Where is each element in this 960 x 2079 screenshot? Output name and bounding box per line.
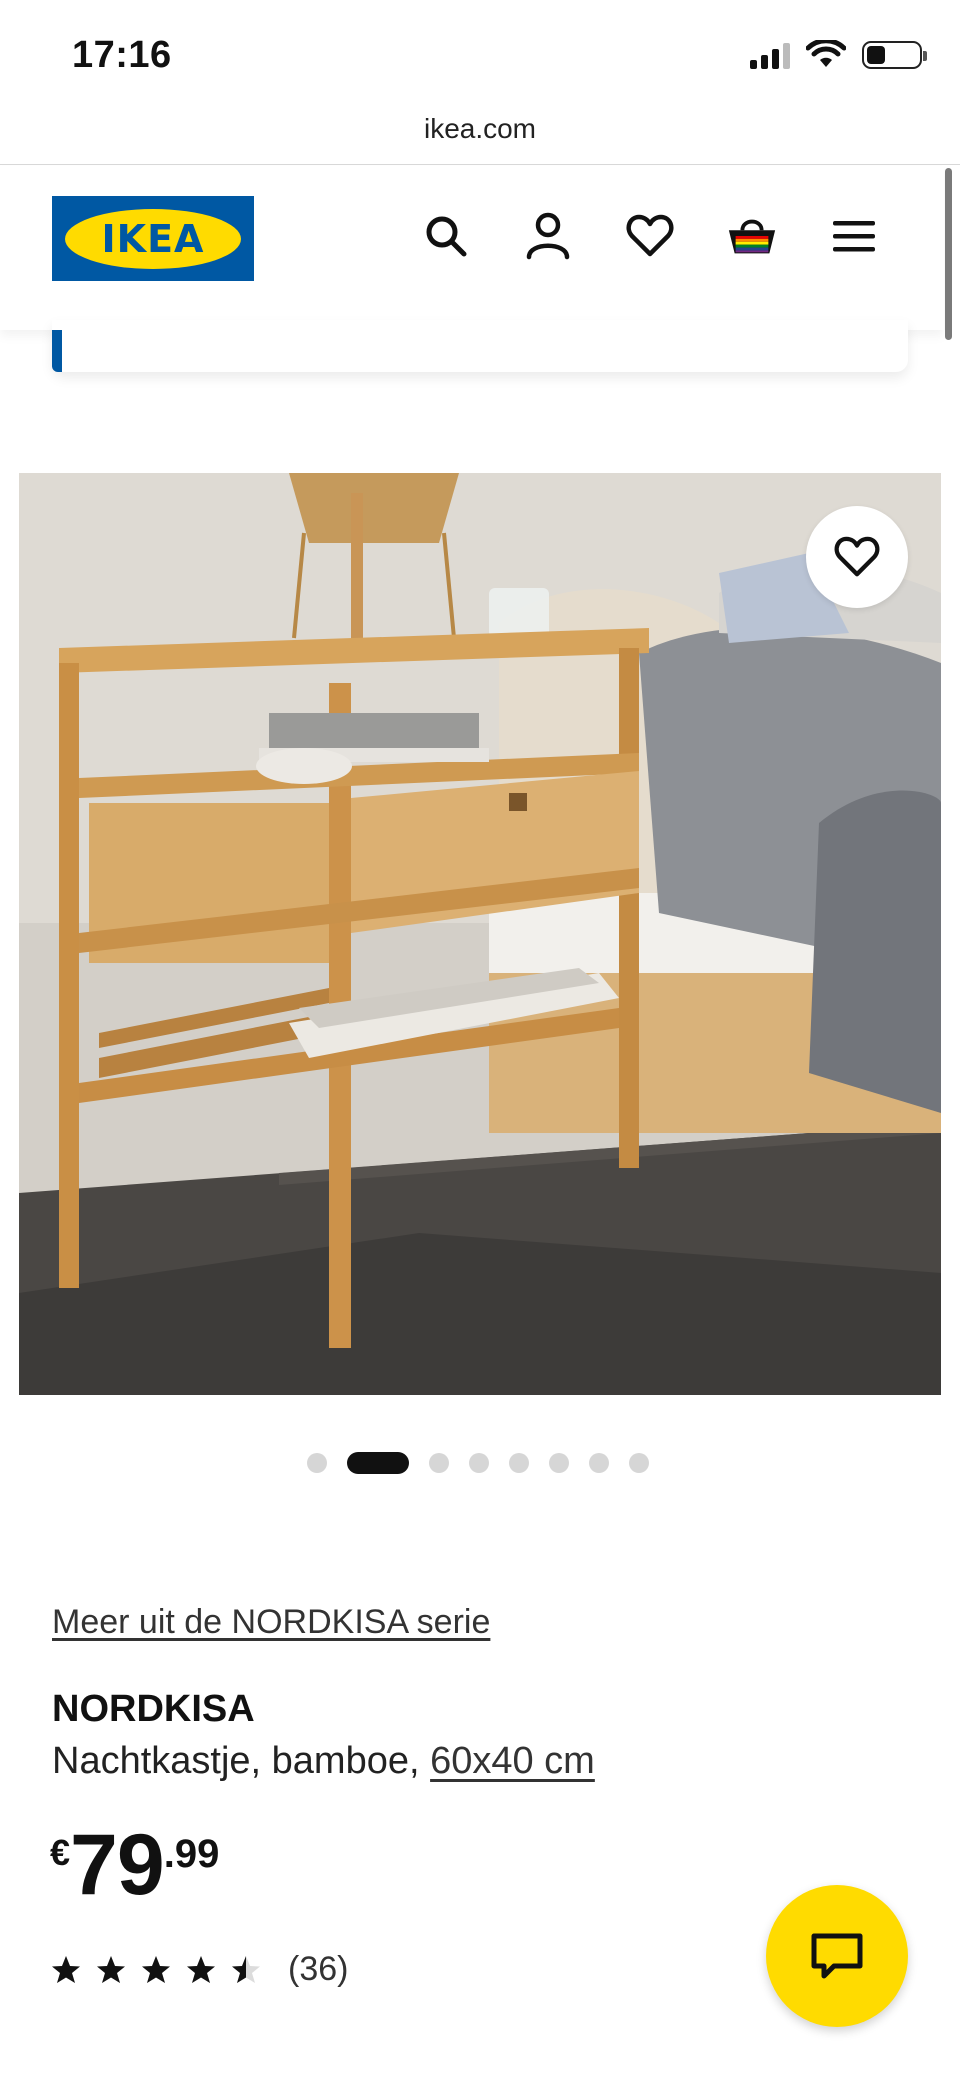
carousel-dot[interactable] [549, 1453, 569, 1473]
product-rating[interactable]: (36) [50, 1950, 348, 1989]
price-decimal: .99 [163, 1832, 220, 1876]
info-banner [52, 320, 908, 372]
carousel-dot[interactable] [469, 1453, 489, 1473]
rating-stars [50, 1955, 262, 1985]
series-link[interactable]: Meer uit de NORDKISA serie [52, 1603, 490, 1642]
star-icon [97, 1955, 125, 1983]
heart-icon [834, 536, 880, 577]
carousel-dot[interactable] [509, 1453, 529, 1473]
add-to-favorites-button[interactable] [806, 506, 908, 608]
star-icon [232, 1955, 260, 1983]
banner-accent [52, 330, 62, 372]
logo-oval: IKEA [65, 208, 241, 269]
star-icon [142, 1955, 170, 1983]
carousel-dot[interactable] [307, 1453, 327, 1473]
description-text: Nachtkastje, bamboe, [52, 1740, 431, 1782]
carousel-dots [0, 1452, 960, 1474]
carousel-dot[interactable] [629, 1453, 649, 1473]
logo-text: IKEA [101, 216, 205, 261]
chat-icon [811, 1933, 863, 1979]
basket-icon[interactable] [726, 210, 778, 262]
chat-button[interactable] [766, 1885, 908, 2027]
status-icons [750, 40, 927, 70]
wifi-icon [806, 40, 846, 67]
price-currency: € [50, 1832, 71, 1873]
status-time: 17:16 [72, 34, 172, 76]
menu-icon[interactable] [828, 210, 880, 262]
carousel-dot[interactable] [429, 1453, 449, 1473]
profile-icon[interactable] [522, 210, 574, 262]
status-bar: 17:16 [0, 0, 960, 110]
signal-icon [750, 41, 790, 69]
review-count: (36) [288, 1950, 349, 1988]
star-icon [187, 1955, 215, 1983]
ikea-logo[interactable]: IKEA [52, 196, 254, 281]
product-description: Nachtkastje, bamboe, 60x40 cm [52, 1740, 595, 1783]
nightstand-photo [19, 473, 941, 1395]
address-bar[interactable]: ikea.com [0, 105, 960, 165]
size-link[interactable]: 60x40 cm [430, 1740, 595, 1782]
battery-icon [862, 41, 927, 69]
carousel-dot[interactable] [589, 1453, 609, 1473]
header-actions [420, 210, 880, 262]
heart-icon[interactable] [624, 210, 676, 262]
site-header: IKEA [0, 166, 944, 330]
carousel-dot-active[interactable] [347, 1452, 409, 1474]
product-price: € 79 .99 [50, 1822, 219, 1908]
product-name: NORDKISA [52, 1688, 255, 1730]
product-image[interactable] [19, 473, 941, 1395]
star-icon [52, 1955, 80, 1983]
search-icon[interactable] [420, 210, 472, 262]
page-scrollbar[interactable] [945, 168, 952, 340]
price-integer: 79 [70, 1817, 165, 1913]
url-text: ikea.com [423, 113, 537, 144]
